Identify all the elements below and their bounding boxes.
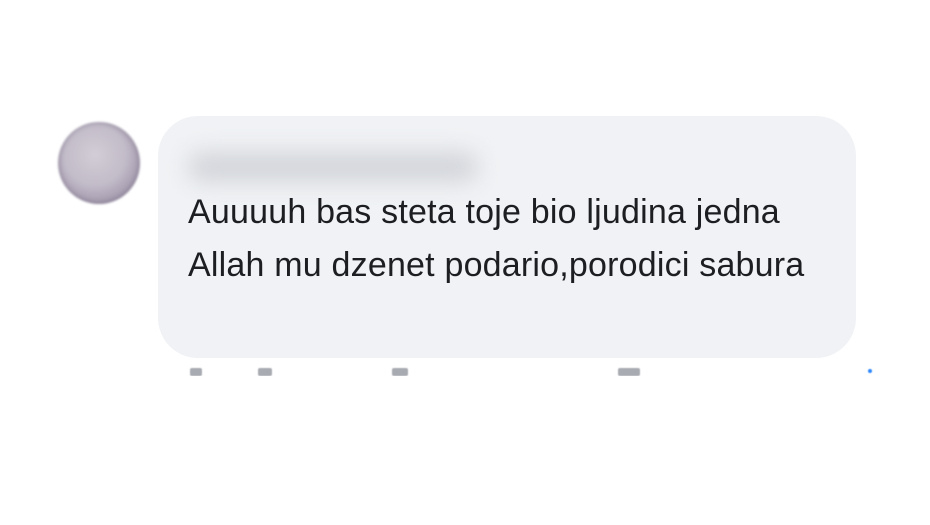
comment-bubble: Auuuuh bas steta toje bio ljudina jedna …: [158, 116, 856, 358]
share-action[interactable]: [392, 368, 408, 376]
comment-thread: Auuuuh bas steta toje bio ljudina jedna …: [0, 0, 930, 525]
avatar[interactable]: [58, 122, 140, 204]
comment-text: Auuuuh bas steta toje bio ljudina jedna …: [188, 193, 805, 284]
timestamp: [618, 368, 640, 376]
reply-action[interactable]: [258, 368, 272, 376]
reaction-icon: [868, 369, 872, 373]
author-name-blurred[interactable]: [188, 144, 488, 188]
like-action[interactable]: [190, 368, 202, 376]
comment-actions-row: [186, 366, 876, 376]
